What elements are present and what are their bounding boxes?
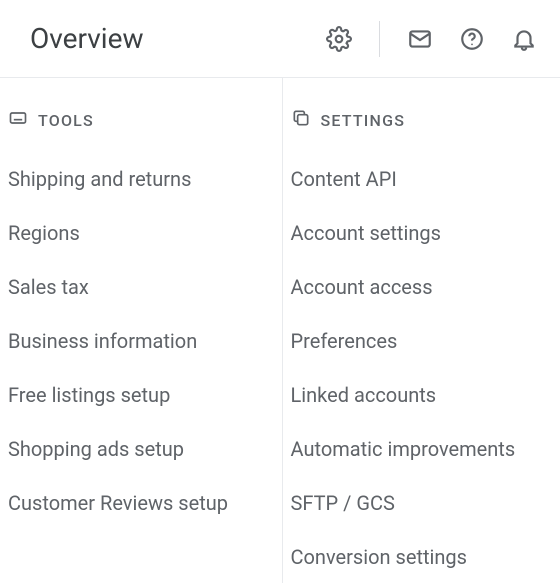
settings-list: Content API Account settings Account acc… — [291, 152, 557, 584]
settings-item-account-access[interactable]: Account access — [291, 260, 557, 314]
settings-item-preferences[interactable]: Preferences — [291, 314, 557, 368]
tools-column: TOOLS Shipping and returns Regions Sales… — [0, 78, 282, 583]
settings-item-sftp-gcs[interactable]: SFTP / GCS — [291, 476, 557, 530]
mail-icon[interactable] — [394, 13, 446, 65]
settings-item-conversion-settings[interactable]: Conversion settings — [291, 530, 557, 584]
settings-header: SETTINGS — [291, 108, 557, 152]
settings-item-account-settings[interactable]: Account settings — [291, 206, 557, 260]
tools-item-shipping-and-returns[interactable]: Shipping and returns — [8, 152, 274, 206]
settings-heading: SETTINGS — [321, 111, 406, 130]
header-separator — [379, 21, 380, 57]
keyboard-icon — [8, 108, 28, 132]
tools-item-sales-tax[interactable]: Sales tax — [8, 260, 274, 314]
gear-icon[interactable] — [313, 13, 365, 65]
tools-heading: TOOLS — [38, 111, 94, 130]
bell-icon[interactable] — [498, 13, 550, 65]
tools-list: Shipping and returns Regions Sales tax B… — [8, 152, 274, 530]
help-icon[interactable] — [446, 13, 498, 65]
menu-columns: TOOLS Shipping and returns Regions Sales… — [0, 78, 560, 583]
tools-item-regions[interactable]: Regions — [8, 206, 274, 260]
tools-header: TOOLS — [8, 108, 274, 152]
tools-item-customer-reviews-setup[interactable]: Customer Reviews setup — [8, 476, 274, 530]
settings-item-automatic-improvements[interactable]: Automatic improvements — [291, 422, 557, 476]
header-actions — [313, 13, 550, 65]
settings-item-linked-accounts[interactable]: Linked accounts — [291, 368, 557, 422]
settings-item-content-api[interactable]: Content API — [291, 152, 557, 206]
tools-item-shopping-ads-setup[interactable]: Shopping ads setup — [8, 422, 274, 476]
settings-column: SETTINGS Content API Account settings Ac… — [283, 78, 560, 583]
copy-icon — [291, 108, 311, 132]
tools-item-business-information[interactable]: Business information — [8, 314, 274, 368]
header-bar: Overview — [0, 0, 560, 78]
page-title: Overview — [30, 22, 144, 55]
tools-item-free-listings-setup[interactable]: Free listings setup — [8, 368, 274, 422]
